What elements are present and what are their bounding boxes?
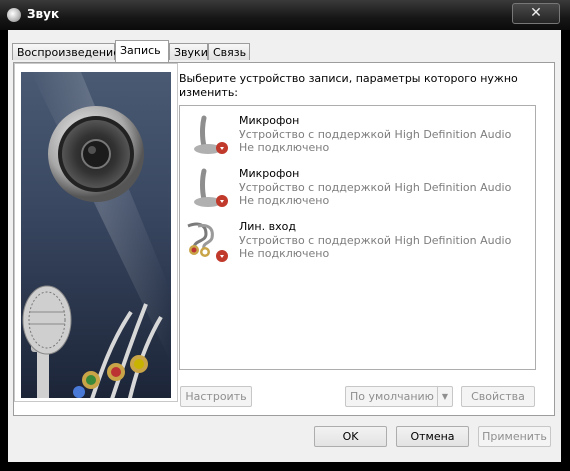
device-description: Устройство с поддержкой High Definition … — [239, 181, 512, 194]
microphone-icon — [194, 115, 228, 154]
sound-dialog: Звук ✕ Воспроизведение Запись Звуки Связ… — [0, 0, 570, 471]
speaker-app-icon — [7, 8, 21, 22]
device-status: Не подключено — [239, 194, 330, 207]
cancel-button[interactable]: Отмена — [396, 426, 469, 447]
device-name: Лин. вход — [239, 220, 296, 233]
speaker-microphone-art-icon — [22, 72, 171, 398]
tab-sounds[interactable]: Звуки — [169, 43, 208, 60]
microphone-icon — [194, 168, 228, 207]
line-in-icon — [187, 222, 228, 262]
window-title: Звук — [27, 7, 60, 21]
tab-recording[interactable]: Запись — [115, 40, 169, 62]
dialog-body: Воспроизведение Запись Звуки Связь Выбер… — [8, 30, 561, 462]
device-name: Микрофон — [239, 167, 300, 180]
tab-playback[interactable]: Воспроизведение — [12, 43, 120, 60]
device-name: Микрофон — [239, 114, 300, 127]
set-default-label: По умолчанию — [350, 390, 434, 403]
close-button[interactable]: ✕ — [512, 3, 560, 24]
ok-button[interactable]: OK — [314, 426, 387, 447]
device-description: Устройство с поддержкой High Definition … — [239, 128, 512, 141]
tab-communications[interactable]: Связь — [208, 43, 250, 60]
chevron-down-icon[interactable]: ▼ — [437, 387, 452, 406]
device-status: Не подключено — [239, 247, 330, 260]
device-description: Устройство с поддержкой High Definition … — [239, 234, 512, 247]
device-status: Не подключено — [239, 141, 330, 154]
recording-illustration — [21, 72, 171, 398]
apply-button[interactable]: Применить — [478, 426, 551, 447]
recording-device-list[interactable]: Микрофон Устройство с поддержкой High De… — [179, 105, 536, 370]
recording-panel: Выберите устройство записи, параметры ко… — [13, 62, 555, 416]
configure-button[interactable]: Настроить — [180, 386, 252, 407]
device-item-microphone-1[interactable]: Микрофон Устройство с поддержкой High De… — [180, 108, 535, 160]
device-item-line-in[interactable]: Лин. вход Устройство с поддержкой High D… — [180, 214, 535, 266]
device-item-microphone-2[interactable]: Микрофон Устройство с поддержкой High De… — [180, 161, 535, 213]
device-list-heading: Выберите устройство записи, параметры ко… — [179, 72, 518, 99]
properties-button[interactable]: Свойства — [461, 386, 535, 407]
title-bar[interactable]: Звук ✕ — [0, 0, 570, 30]
set-default-button[interactable]: По умолчанию ▼ — [345, 386, 453, 407]
